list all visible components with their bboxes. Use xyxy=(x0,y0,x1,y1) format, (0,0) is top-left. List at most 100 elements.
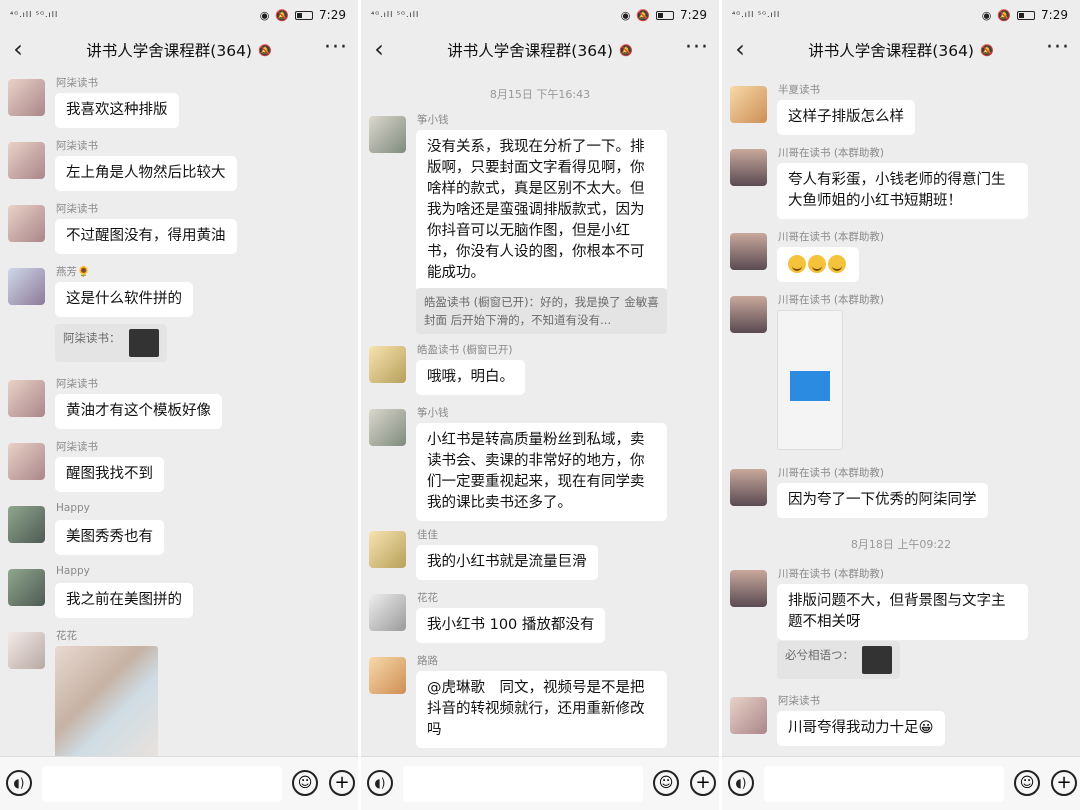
avatar[interactable] xyxy=(730,469,767,506)
battery-icon xyxy=(1017,10,1036,20)
message-bubble[interactable]: 夸人有彩蛋，小钱老师的得意门生大鱼师姐的小红书短期班！ xyxy=(777,163,1028,219)
message-bubble[interactable]: 不过醒图没有，得用黄油 xyxy=(55,219,237,254)
sender-name: 川哥在读书 (本群助教) xyxy=(778,568,885,580)
avatar[interactable] xyxy=(730,570,767,607)
plus-icon[interactable]: + xyxy=(1051,770,1077,796)
avatar[interactable] xyxy=(369,116,406,153)
sender-name: Happy xyxy=(56,565,90,577)
back-button[interactable]: ‹ xyxy=(367,34,391,64)
avatar[interactable] xyxy=(730,86,767,123)
mute-icon: 🔕 xyxy=(636,8,651,22)
clock: 7:29 xyxy=(680,8,707,22)
message-bubble[interactable]: @虎琳歌 同文，视频号是不是把抖音的转视频就行，还用重新修改吗 xyxy=(416,671,667,748)
avatar[interactable] xyxy=(369,346,406,383)
sender-name: 阿柒读书 xyxy=(56,203,98,215)
avatar[interactable] xyxy=(8,506,45,543)
back-button[interactable]: ‹ xyxy=(6,34,30,64)
avatar[interactable] xyxy=(8,443,45,480)
message-bubble[interactable]: 醒图我找不到 xyxy=(55,457,164,492)
voice-icon[interactable]: ◖) xyxy=(367,770,393,796)
more-button[interactable]: ··· xyxy=(1046,36,1070,60)
more-button[interactable]: ··· xyxy=(324,36,348,60)
message-bubble[interactable]: 美图秀秀也有 xyxy=(55,520,164,555)
message-bubble[interactable]: 这是什么软件拼的 xyxy=(55,282,193,317)
input-bar: ◖) ☺ + xyxy=(722,756,1080,810)
message-input[interactable] xyxy=(403,766,643,802)
voice-icon[interactable]: ◖) xyxy=(728,770,754,796)
chat-title: 讲书人学舍课程群(364) 🔕 xyxy=(86,42,272,60)
message-bubble[interactable]: 我喜欢这种排版 xyxy=(55,93,179,128)
avatar[interactable] xyxy=(8,205,45,242)
message-bubble[interactable]: 没有关系，我现在分析了一下。排版啊，只要封面文字看得见啊，你啥样的款式，真是区别… xyxy=(416,130,667,291)
avatar[interactable] xyxy=(8,79,45,116)
back-button[interactable]: ‹ xyxy=(728,34,752,64)
timestamp: 8月15日 下午16:43 xyxy=(489,88,591,101)
more-button[interactable]: ··· xyxy=(685,36,709,60)
message-bubble[interactable]: 黄油才有这个模板好像 xyxy=(55,394,222,429)
avatar[interactable] xyxy=(8,142,45,179)
avatar[interactable] xyxy=(8,268,45,305)
photo-collage[interactable] xyxy=(55,646,158,762)
input-bar: ◖) ☺ + xyxy=(0,756,358,810)
quoted-message[interactable]: 必兮相语つ： xyxy=(777,641,900,679)
avatar[interactable] xyxy=(8,632,45,669)
sender-name: 筝小钱 xyxy=(417,114,449,126)
message-bubble[interactable]: 左上角是人物然后比较大 xyxy=(55,156,237,191)
quoted-message[interactable]: 阿柒读书： xyxy=(55,324,167,362)
plus-icon[interactable]: + xyxy=(329,770,355,796)
voice-icon[interactable]: ◖) xyxy=(6,770,32,796)
message-bubble[interactable]: 哦哦，明白。 xyxy=(416,360,525,395)
emoji-bubble[interactable] xyxy=(777,247,859,282)
avatar[interactable] xyxy=(8,380,45,417)
avatar[interactable] xyxy=(730,149,767,186)
message-bubble[interactable]: 川哥夸得我动力十足😀 xyxy=(777,711,945,746)
message-input[interactable] xyxy=(764,766,1004,802)
chat-panel-2: ⁴ᴳ.ıll ⁵ᴳ.ıll ◉ 🔕 7:29 ‹ 讲书人学舍课程群(364) 🔕 … xyxy=(361,0,719,810)
message-bubble[interactable]: 因为夸了一下优秀的阿柒同学 xyxy=(777,483,988,518)
sender-name: 阿柒读书 xyxy=(56,77,98,89)
emoji-icon[interactable]: ☺ xyxy=(653,770,679,796)
sender-name: 皓盈读书 (橱窗已开) xyxy=(417,344,513,356)
message-bubble[interactable]: 小红书是转高质量粉丝到私域，卖读书会、卖课的非常好的地方，你们一定要重视起来，现… xyxy=(416,423,667,521)
chat-title: 讲书人学舍课程群(364) 🔕 xyxy=(447,42,633,60)
plus-icon[interactable]: + xyxy=(690,770,716,796)
sender-name: 川哥在读书 (本群助教) xyxy=(778,147,885,159)
sender-name: 阿柒读书 xyxy=(778,695,820,707)
message-bubble[interactable]: 这样子排版怎么样 xyxy=(777,100,915,135)
avatar[interactable] xyxy=(8,569,45,606)
quoted-message[interactable]: 皓盈读书 (橱窗已开)：好的，我是换了 金敏喜封面 后开始下滑的，不知道有没有.… xyxy=(416,288,667,334)
mute-icon: 🔕 xyxy=(997,8,1012,22)
sender-name: 燕芳🌻 xyxy=(56,266,91,278)
message-input[interactable] xyxy=(42,766,282,802)
clock: 7:29 xyxy=(319,8,346,22)
thinking-emoji-icon xyxy=(808,255,826,273)
message-bubble[interactable]: 我的小红书就是流量巨滑 xyxy=(416,545,598,580)
chat-panel-1: ⁴ᴳ.ıll ⁵ᴳ.ıll ◉ 🔕 7:29 ‹ 讲书人学舍课程群(364) 🔕 … xyxy=(0,0,358,810)
muted-bell-icon: 🔕 xyxy=(257,43,272,57)
quote-thumbnail xyxy=(128,329,159,357)
avatar[interactable] xyxy=(730,697,767,734)
emoji-icon[interactable]: ☺ xyxy=(1014,770,1040,796)
eye-icon: ◉ xyxy=(259,8,270,22)
battery-icon xyxy=(295,10,314,20)
sender-name: 阿柒读书 xyxy=(56,140,98,152)
emoji-icon[interactable]: ☺ xyxy=(292,770,318,796)
avatar[interactable] xyxy=(730,233,767,270)
status-bar: ⁴ᴳ.ıll ⁵ᴳ.ıll ◉ 🔕 7:29 xyxy=(361,0,719,34)
avatar[interactable] xyxy=(369,531,406,568)
status-bar: ⁴ᴳ.ıll ⁵ᴳ.ıll ◉ 🔕 7:29 xyxy=(722,0,1080,34)
message-bubble[interactable]: 我小红书 100 播放都没有 xyxy=(416,608,606,643)
message-bubble[interactable]: 我之前在美图拼的 xyxy=(55,583,193,618)
avatar[interactable] xyxy=(369,409,406,446)
avatar[interactable] xyxy=(369,657,406,694)
muted-bell-icon: 🔕 xyxy=(618,43,633,57)
avatar[interactable] xyxy=(369,594,406,631)
sender-name: 筝小钱 xyxy=(417,407,449,419)
avatar[interactable] xyxy=(730,296,767,333)
timestamp: 8月18日 上午09:22 xyxy=(850,538,952,551)
sender-name: 阿柒读书 xyxy=(56,441,98,453)
nav-bar: ‹ 讲书人学舍课程群(364) 🔕 ··· xyxy=(0,34,358,66)
message-bubble[interactable]: 排版问题不大，但背景图与文字主题不相关呀 xyxy=(777,584,1028,640)
screenshot-image[interactable] xyxy=(777,310,843,450)
chat-panel-3: ⁴ᴳ.ıll ⁵ᴳ.ıll ◉ 🔕 7:29 ‹ 讲书人学舍课程群(364) 🔕 … xyxy=(722,0,1080,810)
